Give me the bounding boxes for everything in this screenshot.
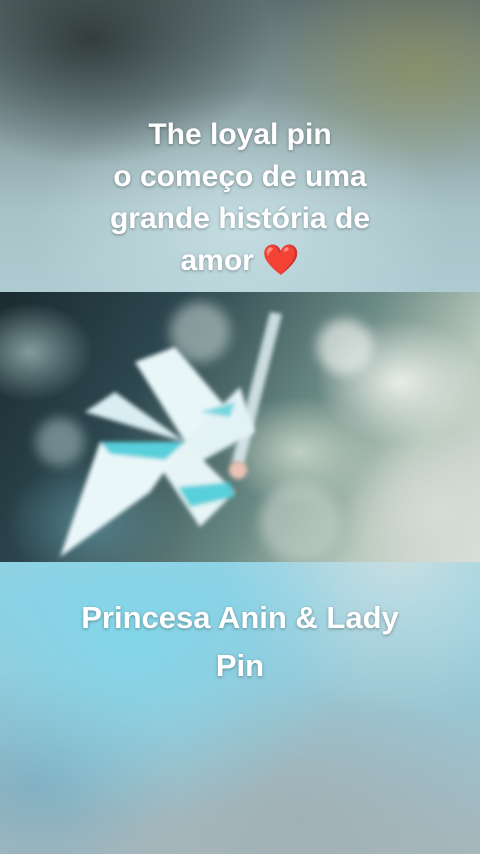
video-frame: The loyal pin o começo de uma grande his… [0,0,480,854]
top-caption-line-4-text: amor [180,244,254,277]
pinwheel-photo [0,292,480,562]
top-caption-line-3: grande história de [109,202,371,235]
top-caption: The loyal pin o começo de uma grande his… [0,114,480,282]
bottom-caption-line-2: Pin [215,648,265,683]
bottom-caption: Princesa Anin & Lady Pin [0,594,480,690]
pinwheel-icon [36,302,373,562]
top-caption-line-2: o começo de uma [113,160,367,193]
bottom-caption-line-1: Princesa Anin & Lady [81,600,399,635]
heart-icon: ❤️ [262,244,300,277]
top-caption-line-4: amor ❤️ [0,240,480,282]
top-caption-line-1: The loyal pin [148,118,332,151]
